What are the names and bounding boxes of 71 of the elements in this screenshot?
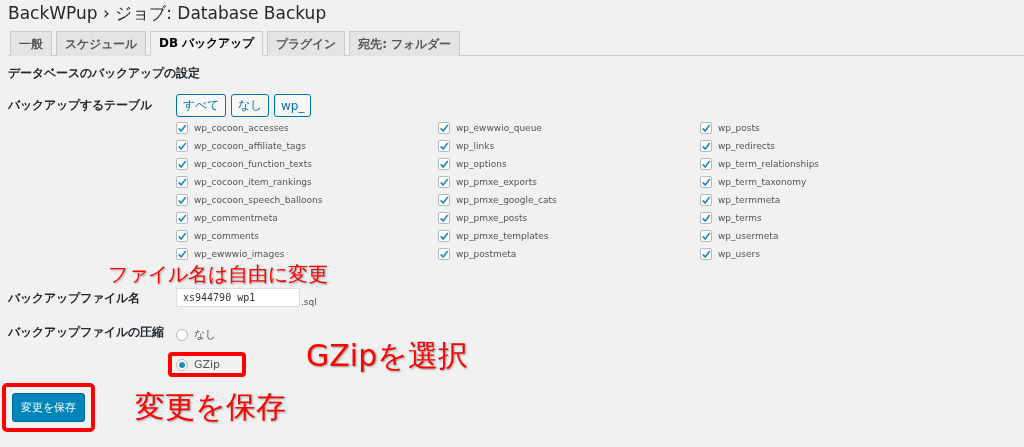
checkbox[interactable] (438, 122, 450, 134)
page-title: BackWPup › ジョブ: Database Backup (8, 2, 328, 25)
checkbox[interactable] (438, 158, 450, 170)
annotation-text: ファイル名は自由に変更 (108, 262, 328, 286)
table-name: wp_term_taxonomy (718, 177, 807, 187)
table-name: wp_cocoon_accesses (194, 123, 289, 133)
table-name: wp_comments (194, 231, 260, 241)
table-name: wp_redirects (718, 141, 776, 151)
tab[interactable]: 一般 (10, 31, 52, 56)
checkbox[interactable] (700, 194, 712, 206)
filename-input[interactable]: xs944790_wp1 (176, 288, 300, 307)
tab[interactable]: 宛先: フォルダー (349, 31, 461, 56)
table-name: wp_ewwwio_queue (456, 123, 542, 133)
table-name: wp_postmeta (456, 249, 517, 259)
checkbox[interactable] (176, 176, 188, 188)
checkbox[interactable] (176, 194, 188, 206)
radio-button[interactable] (176, 358, 188, 371)
table-name: wp_ewwwio_images (194, 249, 285, 259)
radio-button[interactable] (176, 328, 188, 341)
checkbox[interactable] (700, 230, 712, 242)
table-name: wp_usermeta (718, 231, 779, 241)
table-name: wp_commentmeta (194, 213, 278, 223)
table-name: wp_cocoon_affiliate_tags (194, 141, 306, 151)
checkbox[interactable] (438, 194, 450, 206)
field-label: バックアップファイル名 (8, 290, 141, 307)
checkbox[interactable] (176, 122, 188, 134)
table-name: wp_cocoon_speech_balloons (194, 195, 323, 205)
radio-label: なし (194, 327, 216, 342)
select-tables-button[interactable]: なし (231, 94, 269, 117)
field-label: バックアップファイルの圧縮 (8, 324, 165, 341)
tab[interactable]: プラグイン (267, 31, 346, 56)
tab[interactable]: DB バックアップ (150, 31, 264, 56)
table-name: wp_pmxe_posts (456, 213, 528, 223)
table-name: wp_pmxe_templates (456, 231, 549, 241)
radio-label: GZip (194, 358, 221, 371)
select-tables-button[interactable]: すべて (176, 94, 226, 117)
checkbox[interactable] (438, 248, 450, 260)
table-name: wp_links (456, 141, 495, 151)
table-name: wp_term_relationships (718, 159, 820, 169)
checkbox[interactable] (700, 122, 712, 134)
tab[interactable]: スケジュール (56, 31, 146, 56)
checkbox[interactable] (176, 140, 188, 152)
annotation-text: GZipを選択 (306, 337, 469, 375)
select-tables-button[interactable]: wp_ (274, 94, 312, 117)
checkbox[interactable] (438, 140, 450, 152)
checkbox[interactable] (700, 212, 712, 224)
checkbox[interactable] (176, 212, 188, 224)
checkbox[interactable] (176, 230, 188, 242)
table-name: wp_posts (718, 123, 760, 133)
table-name: wp_termmeta (718, 195, 781, 205)
save-button[interactable]: 変更を保存 (12, 393, 85, 422)
checkbox[interactable] (438, 176, 450, 188)
checkbox[interactable] (700, 248, 712, 260)
table-name: wp_cocoon_item_rankings (194, 177, 312, 187)
table-name: wp_pmxe_google_cats (456, 195, 557, 205)
checkbox[interactable] (438, 230, 450, 242)
table-name: wp_options (456, 159, 507, 169)
section-heading: データベースのバックアップの設定 (8, 65, 201, 82)
checkbox[interactable] (176, 158, 188, 170)
checkbox[interactable] (700, 140, 712, 152)
checkbox[interactable] (438, 212, 450, 224)
checkbox[interactable] (700, 176, 712, 188)
table-name: wp_users (718, 249, 760, 259)
annotation-text: 変更を保存 (135, 388, 286, 426)
table-name: wp_pmxe_exports (456, 177, 537, 187)
file-extension: .sql (301, 297, 317, 307)
field-label: バックアップするテーブル (8, 97, 153, 114)
table-name: wp_terms (718, 213, 762, 223)
checkbox[interactable] (700, 158, 712, 170)
checkbox[interactable] (176, 248, 188, 260)
table-name: wp_cocoon_function_texts (194, 159, 312, 169)
